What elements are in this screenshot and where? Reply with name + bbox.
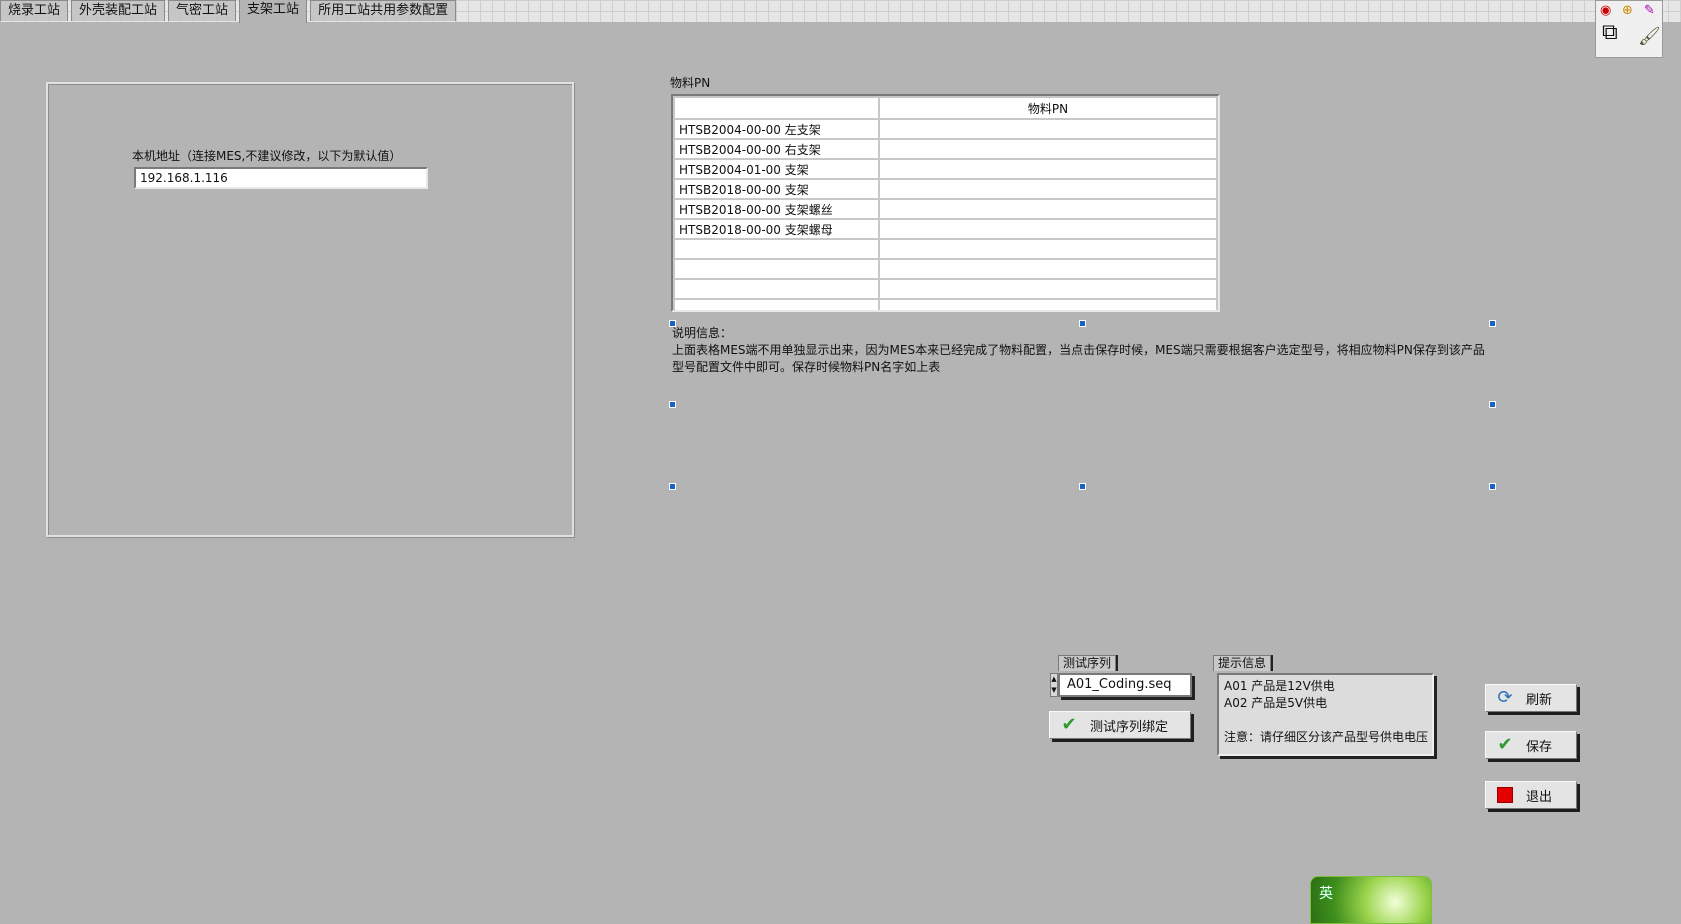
- table-cell[interactable]: [880, 140, 1216, 158]
- table-cell[interactable]: [880, 300, 1216, 310]
- table-row: HTSB2018-00-00 支架螺母: [675, 220, 1216, 238]
- sequence-spinner[interactable]: ▲ ▼: [1050, 673, 1058, 697]
- refresh-icon: ⟳: [1497, 687, 1513, 708]
- description-text: 说明信息： 上面表格MES端不用单独显示出来，因为MES本来已经完成了物料配置，…: [672, 325, 1494, 376]
- refresh-label: 刷新: [1526, 692, 1553, 708]
- material-pn-table[interactable]: 物料PN HTSB2004-00-00 左支架 HTSB2004-00-00 右支…: [671, 94, 1220, 312]
- selection-handle[interactable]: [1489, 483, 1496, 490]
- selection-handle[interactable]: [669, 320, 676, 327]
- selection-handle[interactable]: [1079, 320, 1086, 327]
- selection-handle[interactable]: [1489, 320, 1496, 327]
- table-cell[interactable]: [880, 240, 1216, 258]
- tab-3[interactable]: 支架工站: [239, 0, 308, 23]
- check-icon: ✔: [1497, 734, 1513, 755]
- test-sequence-label: 测试序列: [1058, 655, 1117, 671]
- table-cell[interactable]: [880, 260, 1216, 278]
- table-cell[interactable]: [880, 120, 1216, 138]
- table-cell[interactable]: [675, 280, 878, 298]
- table-row: [675, 280, 1216, 298]
- tools-palette: ◉ ⊕ ✎ ⧉ 🖌: [1595, 0, 1663, 58]
- tab-2[interactable]: 气密工站: [168, 0, 237, 21]
- description-body: 上面表格MES端不用单独显示出来，因为MES本来已经完成了物料配置，当点击保存时…: [672, 343, 1485, 374]
- table-cell[interactable]: [675, 240, 878, 258]
- tab-1[interactable]: 外壳装配工站: [71, 0, 166, 21]
- exit-label: 退出: [1526, 789, 1553, 805]
- stop-icon: [1494, 785, 1516, 805]
- brush-tool-icon[interactable]: 🖌: [1638, 28, 1661, 46]
- selection-handle[interactable]: [669, 401, 676, 408]
- check-icon: ✔: [1061, 714, 1077, 735]
- table-cell[interactable]: HTSB2018-00-00 支架螺丝: [675, 200, 878, 218]
- table-row: HTSB2004-01-00 支架: [675, 160, 1216, 178]
- probe-tool-icon[interactable]: ⊕: [1622, 3, 1633, 19]
- selection-handle[interactable]: [1079, 483, 1086, 490]
- selection-handle[interactable]: [1489, 401, 1496, 408]
- hint-label: 提示信息: [1213, 655, 1272, 671]
- save-button[interactable]: ✔ 保存: [1485, 731, 1577, 759]
- table-cell[interactable]: [880, 160, 1216, 178]
- table-row: [675, 260, 1216, 278]
- table-row: HTSB2004-00-00 左支架: [675, 120, 1216, 138]
- table-cell[interactable]: HTSB2004-00-00 右支架: [675, 140, 878, 158]
- table-cell[interactable]: HTSB2018-00-00 支架: [675, 180, 878, 198]
- table-cell[interactable]: [880, 180, 1216, 198]
- bind-sequence-label: 测试序列绑定: [1090, 719, 1169, 735]
- table-row: HTSB2004-00-00 右支架: [675, 140, 1216, 158]
- color-picker-icon[interactable]: ✎: [1644, 3, 1655, 19]
- local-ip-input[interactable]: 192.168.1.116: [134, 167, 428, 189]
- selection-handle[interactable]: [669, 483, 676, 490]
- tab-bar: 烧录工站 外壳装配工站 气密工站 支架工站 所用工站共用参数配置: [0, 0, 459, 24]
- operate-tool-icon[interactable]: ◉: [1600, 3, 1611, 19]
- exit-button[interactable]: 退出: [1485, 781, 1577, 809]
- save-label: 保存: [1526, 739, 1553, 755]
- table-header-cell: 物料PN: [880, 98, 1216, 118]
- tab-0[interactable]: 烧录工站: [0, 0, 69, 21]
- local-address-label: 本机地址（连接MES,不建议修改，以下为默认值）: [132, 149, 402, 163]
- table-row: [675, 300, 1216, 310]
- table-header-cell: [675, 98, 878, 118]
- test-sequence-field[interactable]: A01_Coding.seq: [1058, 673, 1192, 697]
- ime-language-char: 英: [1319, 886, 1333, 902]
- ime-indicator[interactable]: 英: [1310, 876, 1432, 924]
- tab-4[interactable]: 所用工站共用参数配置: [310, 0, 457, 21]
- table-cell[interactable]: HTSB2004-00-00 左支架: [675, 120, 878, 138]
- bind-sequence-button[interactable]: ✔ 测试序列绑定: [1049, 711, 1191, 739]
- table-row: HTSB2018-00-00 支架螺丝: [675, 200, 1216, 218]
- table-cell[interactable]: [675, 300, 878, 310]
- table-cell[interactable]: HTSB2018-00-00 支架螺母: [675, 220, 878, 238]
- table-row: HTSB2018-00-00 支架: [675, 180, 1216, 198]
- table-cell[interactable]: [880, 200, 1216, 218]
- table-cell[interactable]: HTSB2004-01-00 支架: [675, 160, 878, 178]
- table-cell[interactable]: [880, 280, 1216, 298]
- description-title: 说明信息：: [672, 326, 733, 340]
- table-cell[interactable]: [880, 220, 1216, 238]
- hint-textbox[interactable]: A01 产品是12V供电 A02 产品是5V供电 注意：请仔细区分该产品型号供电…: [1217, 673, 1434, 756]
- refresh-button[interactable]: ⟳ 刷新: [1485, 684, 1577, 712]
- color-swatch-icon[interactable]: ⧉: [1602, 22, 1618, 44]
- table-cell[interactable]: [675, 260, 878, 278]
- table-header-row: 物料PN: [675, 98, 1216, 118]
- pn-table-caption: 物料PN: [670, 76, 711, 90]
- table-row: [675, 240, 1216, 258]
